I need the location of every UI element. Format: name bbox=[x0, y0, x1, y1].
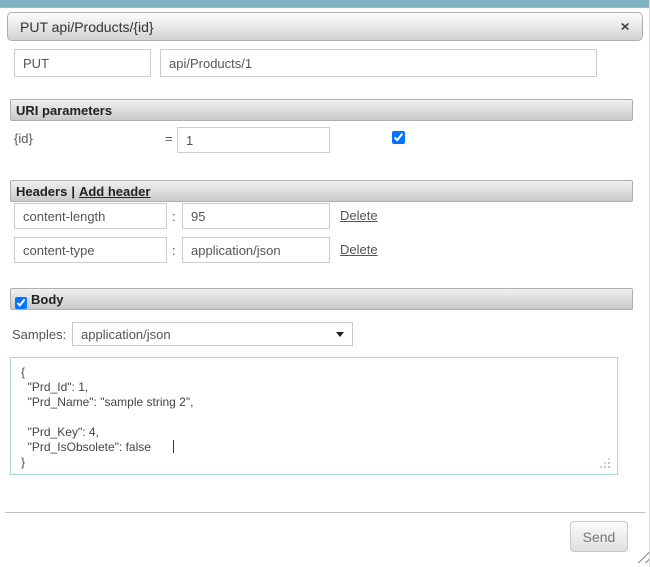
delete-header-link[interactable]: Delete bbox=[340, 242, 378, 257]
uri-param-name: {id} bbox=[14, 131, 33, 146]
add-header-link[interactable]: Add header bbox=[79, 184, 151, 199]
header-name-input[interactable] bbox=[14, 237, 167, 263]
browser-top-strip bbox=[0, 0, 649, 8]
headers-title: Headers bbox=[16, 183, 68, 199]
header-value-input[interactable] bbox=[182, 237, 330, 263]
uri-parameters-section-bar: URI parameters bbox=[10, 99, 633, 121]
text-caret bbox=[173, 440, 174, 453]
request-url-input[interactable] bbox=[160, 49, 597, 77]
body-section-bar: Body bbox=[10, 288, 633, 310]
header-value-input[interactable] bbox=[182, 203, 330, 229]
uri-param-value-input[interactable] bbox=[177, 127, 330, 153]
samples-select[interactable]: application/json bbox=[72, 322, 353, 346]
delete-header-link[interactable]: Delete bbox=[340, 208, 378, 223]
http-method-input[interactable] bbox=[14, 49, 151, 77]
window-resize-handle-icon[interactable] bbox=[636, 550, 649, 563]
textarea-resize-grip-icon[interactable] bbox=[600, 458, 602, 460]
headers-separator: | bbox=[71, 183, 75, 199]
dialog-title: PUT api/Products/{id} bbox=[20, 18, 154, 35]
uri-parameters-title: URI parameters bbox=[16, 102, 113, 118]
uri-param-checkbox[interactable] bbox=[392, 131, 405, 144]
header-colon: : bbox=[172, 243, 176, 258]
body-checkbox[interactable] bbox=[15, 297, 27, 309]
samples-selected-value: application/json bbox=[81, 326, 171, 342]
equals-sign: = bbox=[165, 131, 173, 146]
body-title: Body bbox=[31, 291, 64, 307]
test-dialog: PUT api/Products/{id} ✕ URI parameters {… bbox=[0, 0, 650, 567]
header-colon: : bbox=[172, 209, 176, 224]
footer-divider bbox=[5, 512, 645, 513]
header-name-input[interactable] bbox=[14, 203, 167, 229]
dialog-titlebar: PUT api/Products/{id} ✕ bbox=[7, 12, 643, 41]
chevron-down-icon bbox=[336, 331, 344, 337]
request-body-textarea[interactable]: { "Prd_Id": 1, "Prd_Name": "sample strin… bbox=[10, 357, 618, 475]
headers-section-bar: Headers | Add header bbox=[10, 180, 633, 202]
samples-label: Samples: bbox=[12, 327, 67, 342]
send-button[interactable]: Send bbox=[570, 521, 628, 552]
close-icon[interactable]: ✕ bbox=[620, 21, 630, 32]
